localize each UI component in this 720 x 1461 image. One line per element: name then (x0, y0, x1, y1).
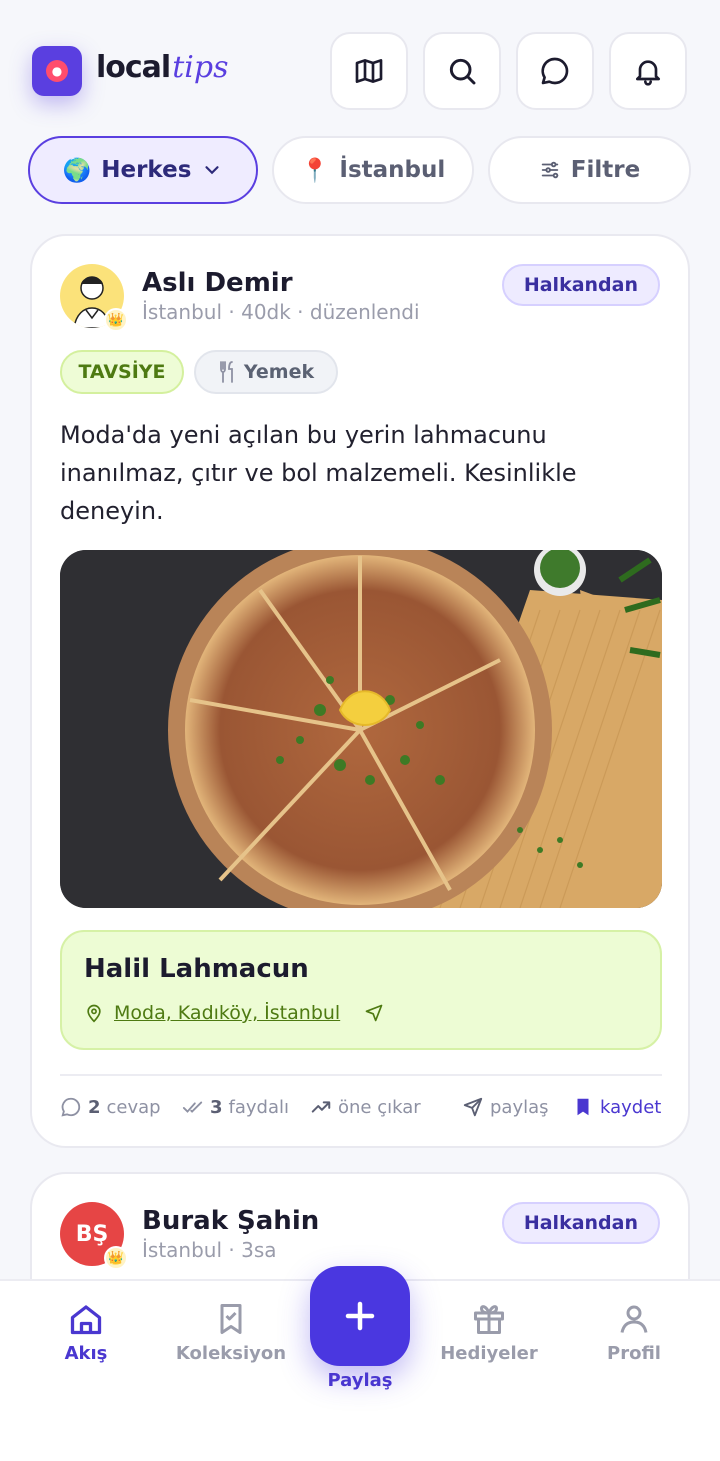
tab-collection-label: Koleksiyon (175, 1343, 287, 1364)
audience-label: Herkes (101, 157, 192, 183)
filter-chip[interactable]: Filtre (488, 136, 691, 204)
post-text: Moda'da yeni açılan bu yerin lahmacunu i… (60, 421, 577, 525)
post-card[interactable]: 👑 Aslı Demir İstanbul · 40dk · düzenlend… (30, 234, 690, 1148)
map-icon (355, 59, 383, 83)
logo-local-text: local (96, 50, 171, 85)
tab-profile[interactable]: Profil (574, 1301, 694, 1381)
city-label: İstanbul (339, 157, 446, 183)
sliders-icon (541, 161, 559, 179)
send-icon (463, 1097, 483, 1117)
share-label: paylaş (490, 1096, 549, 1118)
audience-filter-chip[interactable]: 🌍 Herkes (28, 136, 258, 204)
plus-icon (345, 1301, 375, 1331)
save-label: kaydet (600, 1096, 662, 1118)
audience-badge: Halkandan (501, 264, 660, 306)
place-card[interactable]: Halil Lahmacun Moda, Kadıköy, İstanbul (60, 930, 662, 1050)
filter-label: Filtre (570, 157, 641, 183)
post-photo[interactable] (60, 550, 662, 908)
app-logo-icon: ● (32, 46, 82, 96)
search-button[interactable] (423, 32, 501, 110)
location-pin-icon (87, 1004, 101, 1023)
app-header: ● local tips (0, 0, 720, 130)
replies-count: 2 (88, 1096, 101, 1118)
replies-label: cevap (106, 1096, 161, 1118)
logo-tips-text: tips (172, 50, 229, 85)
map-button[interactable] (330, 32, 408, 110)
chat-icon (541, 57, 569, 85)
place-address-link[interactable]: Moda, Kadıköy, İstanbul (114, 1002, 340, 1024)
useful-button[interactable]: 3 faydalı (182, 1092, 289, 1122)
crown-icon: 👑 (104, 1246, 128, 1270)
place-address-row[interactable]: Moda, Kadıköy, İstanbul (84, 1002, 384, 1024)
tip-type-tag: TAVSİYE (60, 350, 184, 394)
navigation-arrow-icon[interactable] (364, 1003, 384, 1023)
lahmacun-image (60, 550, 662, 908)
chevron-down-icon (205, 166, 220, 175)
useful-label: faydalı (228, 1096, 290, 1118)
tab-profile-label: Profil (607, 1343, 661, 1364)
tab-feed[interactable]: Akış (26, 1301, 146, 1381)
app-logo: local tips (96, 50, 228, 90)
replies-button[interactable]: 2 cevap (60, 1092, 161, 1122)
search-icon (449, 58, 476, 85)
post-meta: İstanbul · 40dk · düzenlendi (142, 300, 420, 324)
gift-icon (474, 1305, 504, 1334)
bookmark-icon (577, 1098, 589, 1116)
globe-icon: 🌍 (62, 157, 92, 184)
tab-collection[interactable]: Koleksiyon (171, 1301, 291, 1381)
share-post-button[interactable] (310, 1266, 410, 1366)
audience-badge: Halkandan (501, 1202, 660, 1244)
tab-feed-label: Akış (64, 1343, 108, 1364)
post-meta: İstanbul · 3sa (142, 1238, 277, 1262)
city-filter-chip[interactable]: 📍 İstanbul (272, 136, 474, 204)
user-icon (620, 1305, 648, 1333)
comment-icon (61, 1097, 81, 1117)
tab-share-label: Paylaş (327, 1370, 393, 1391)
category-label: Yemek (243, 361, 315, 383)
author-name[interactable]: Aslı Demir (142, 268, 293, 298)
crown-icon: 👑 (104, 308, 128, 332)
bookmark-check-icon (220, 1304, 242, 1334)
share-button[interactable]: paylaş (462, 1092, 549, 1122)
post-actions: 2 cevap 3 faydalı öne çıkar paylaş kayde… (60, 1092, 662, 1122)
double-check-icon (182, 1101, 203, 1113)
promote-label: öne çıkar (338, 1096, 421, 1118)
place-name: Halil Lahmacun (84, 954, 309, 984)
author-name[interactable]: Burak Şahin (142, 1206, 319, 1236)
category-tag[interactable]: Yemek (194, 350, 338, 394)
save-button[interactable]: kaydet (572, 1092, 661, 1122)
divider (60, 1074, 662, 1076)
useful-count: 3 (210, 1096, 223, 1118)
promote-button[interactable]: öne çıkar (310, 1092, 421, 1122)
messages-button[interactable] (516, 32, 594, 110)
notifications-button[interactable] (609, 32, 687, 110)
tab-gifts[interactable]: Hediyeler (429, 1301, 549, 1381)
trending-up-icon (311, 1101, 331, 1113)
fork-knife-icon (219, 361, 233, 383)
home-icon (70, 1305, 102, 1335)
bell-icon (636, 60, 660, 86)
pin-icon: 📍 (300, 157, 330, 184)
tab-gifts-label: Hediyeler (440, 1343, 538, 1364)
